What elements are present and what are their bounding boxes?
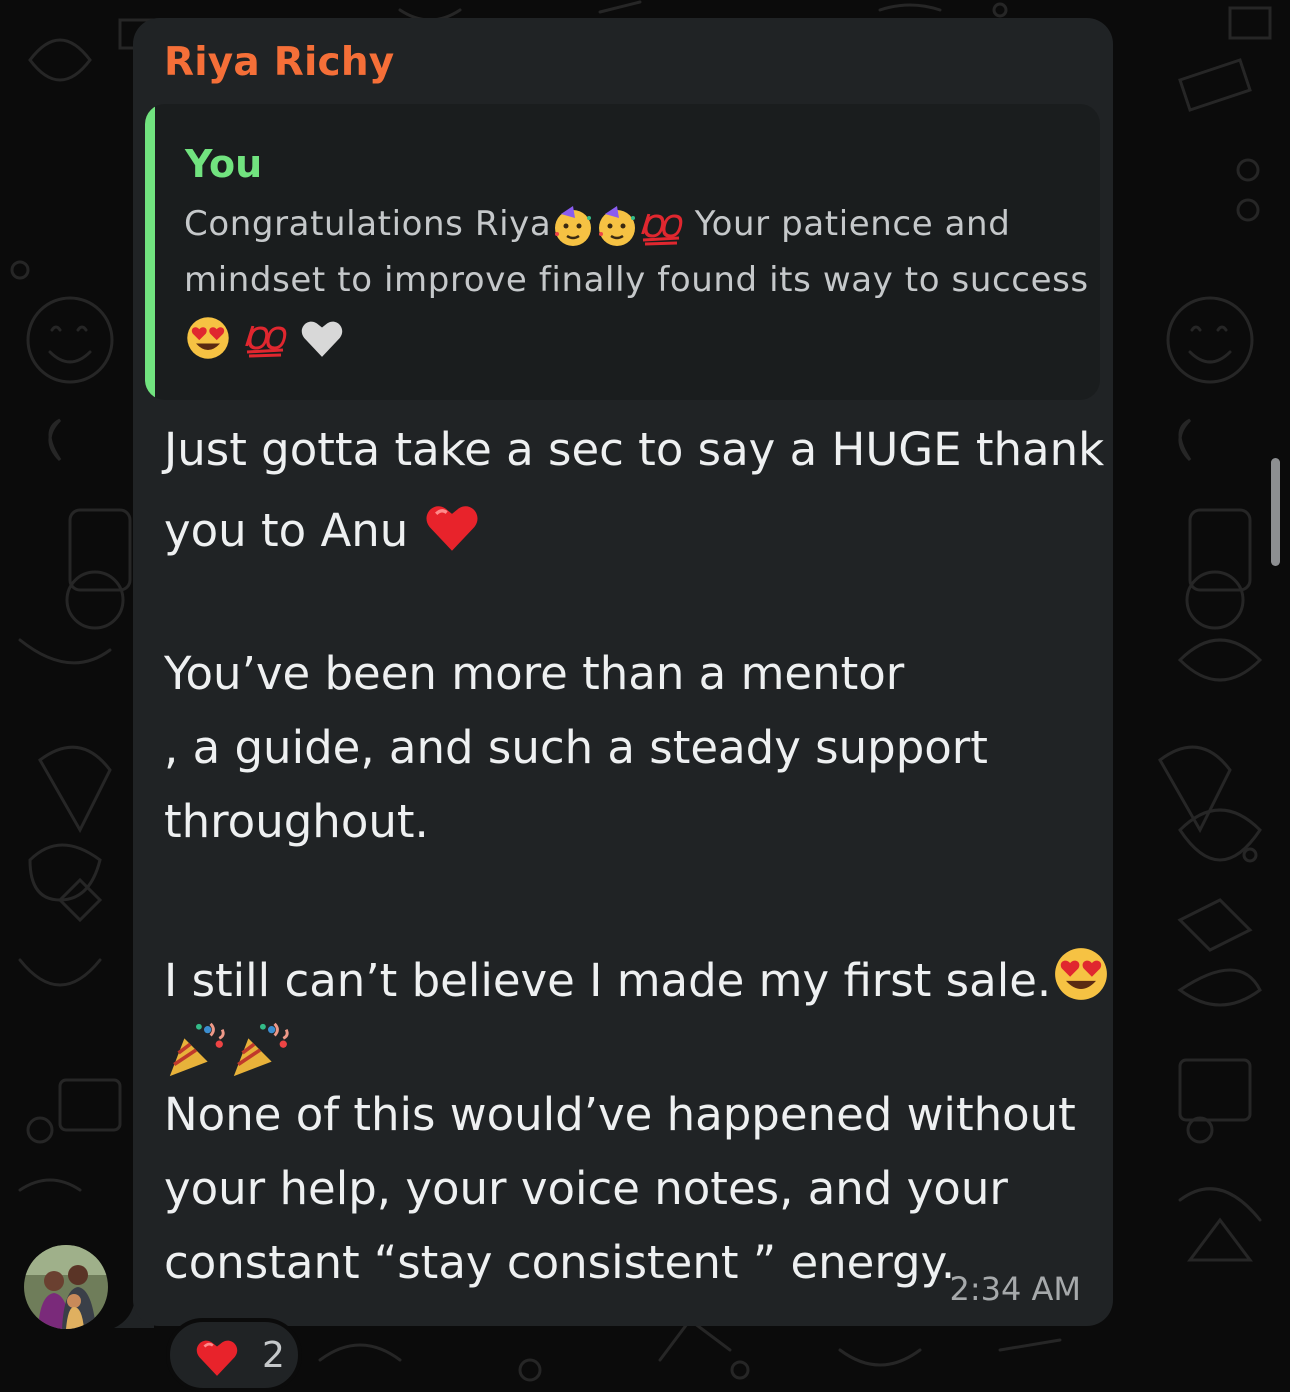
quote-author: You — [185, 142, 263, 186]
white-heart-emoji-icon — [301, 321, 343, 357]
reaction-pill[interactable]: 2 — [166, 1318, 302, 1392]
message-line-6: I still can’t believe I made my first sa… — [164, 944, 1108, 1007]
heart-eyes-emoji-icon — [187, 316, 229, 359]
red-heart-emoji-icon — [426, 506, 478, 551]
quote-accent-bar — [145, 104, 155, 400]
party-popper-emoji-icon — [233, 1022, 289, 1077]
party-popper-emoji-icon — [169, 1022, 225, 1077]
message-line-3: You’ve been more than a mentor — [164, 647, 905, 700]
message-line-4: , a guide, and such a steady support — [164, 721, 988, 774]
partying-face-emoji-icon — [555, 205, 592, 246]
message-line-2-text: you to Anu — [164, 504, 409, 557]
message-line-2: you to Anu — [164, 498, 1094, 557]
quote-text: Congratulations Riya Your patience and m… — [184, 196, 1089, 364]
message-line-5: throughout. — [164, 795, 429, 848]
quote-line-2: mindset to improve finally found its way… — [184, 260, 1089, 300]
avatar-photo — [24, 1245, 108, 1329]
quote-line-1: Congratulations Riya Your patience and — [184, 196, 1064, 252]
message-line-1: Just gotta take a sec to say a HUGE than… — [164, 423, 1105, 476]
message-line-8: your help, your voice notes, and your — [164, 1162, 1008, 1215]
quote-line-1-text: Congratulations Riya — [184, 204, 552, 244]
message-bubble[interactable]: Riya Richy You Congratulations Riya Your… — [133, 18, 1113, 1326]
scrollbar-thumb[interactable] — [1271, 458, 1280, 566]
sender-avatar[interactable] — [24, 1245, 108, 1329]
partying-face-emoji-icon — [599, 205, 636, 246]
quote-line-3 — [184, 308, 1064, 364]
message-line-7: None of this would’ve happened without — [164, 1088, 1076, 1141]
message-line-emojis — [164, 1018, 1094, 1082]
hundred-points-emoji-icon — [641, 213, 683, 245]
quoted-message[interactable]: You Congratulations Riya Your patience a… — [145, 104, 1100, 400]
sender-name[interactable]: Riya Richy — [164, 40, 394, 85]
reaction-count: 2 — [262, 1335, 285, 1376]
message-timestamp: 2:34 AM — [949, 1270, 1081, 1308]
red-heart-reaction-icon — [196, 1340, 238, 1376]
hundred-points-emoji-icon — [245, 325, 287, 357]
quote-line-1-tail: Your patience and — [694, 204, 1011, 244]
heart-eyes-emoji-icon — [1055, 948, 1108, 1000]
message-line-6-text: I still can’t believe I made my first sa… — [164, 954, 1052, 1007]
